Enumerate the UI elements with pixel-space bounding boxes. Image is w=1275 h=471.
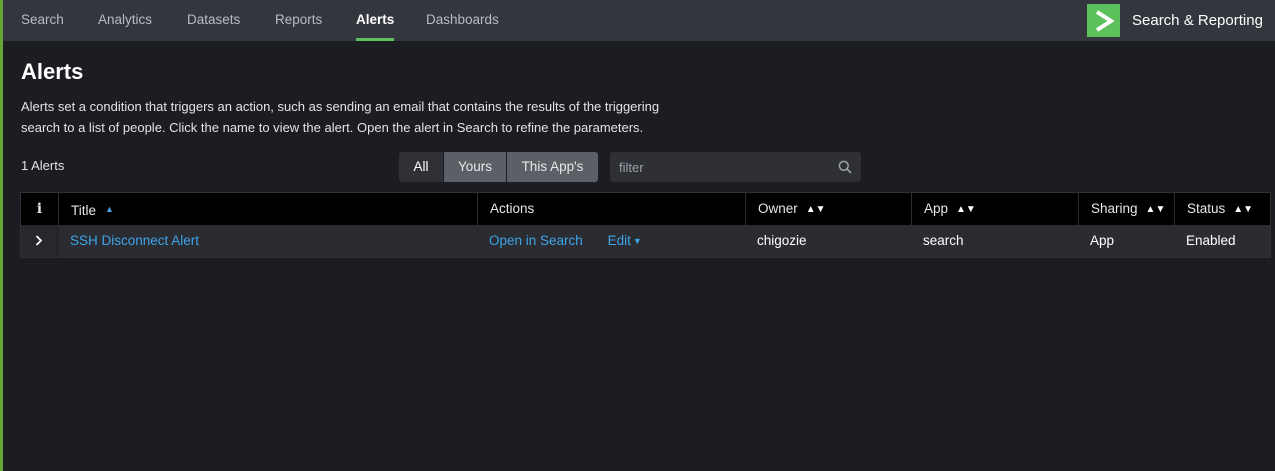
title-column-header[interactable]: Title ▲ bbox=[58, 193, 477, 225]
app-root: Search Analytics Datasets Reports Alerts… bbox=[0, 0, 1275, 471]
search-icon[interactable] bbox=[838, 160, 852, 174]
chevron-right-logo-icon bbox=[1087, 4, 1120, 37]
alert-title-cell: SSH Disconnect Alert bbox=[58, 225, 477, 257]
status-column-header[interactable]: Status ▲▼ bbox=[1174, 193, 1270, 225]
page-title: Alerts bbox=[21, 59, 84, 84]
filter-yours-button[interactable]: Yours bbox=[444, 152, 506, 182]
nav-tab-datasets[interactable]: Datasets bbox=[187, 0, 240, 41]
open-in-search-link[interactable]: Open in Search bbox=[489, 233, 583, 248]
sort-icon: ▲▼ bbox=[805, 204, 826, 215]
app-brand[interactable]: Search & Reporting bbox=[1087, 4, 1263, 37]
filter-box bbox=[610, 152, 861, 182]
expand-row-button[interactable] bbox=[21, 225, 58, 257]
nav-tab-alerts[interactable]: Alerts bbox=[356, 0, 395, 41]
alerts-table: i Title ▲ Actions Owner ▲▼ App ▲▼ Sharing ▲▼… bbox=[20, 192, 1271, 258]
caret-down-icon: ▼ bbox=[632, 236, 642, 246]
app-accent-stripe bbox=[0, 0, 3, 471]
page-description: Alerts set a condition that triggers an … bbox=[21, 96, 741, 138]
alerts-count: 1 Alerts bbox=[21, 158, 65, 173]
info-column-header: i bbox=[36, 201, 43, 217]
page-description-line: search to a list of people. Click the na… bbox=[21, 120, 644, 135]
actions-cell: Open in Search Edit ▼ bbox=[477, 225, 745, 257]
owner-column-header[interactable]: Owner ▲▼ bbox=[745, 193, 911, 225]
sharing-column-label: Sharing bbox=[1091, 201, 1138, 216]
filter-all-button[interactable]: All bbox=[399, 152, 443, 182]
nav-tab-reports[interactable]: Reports bbox=[275, 0, 322, 41]
edit-dropdown[interactable]: Edit ▼ bbox=[608, 233, 642, 248]
sort-icon: ▲▼ bbox=[956, 204, 976, 215]
alert-title-link[interactable]: SSH Disconnect Alert bbox=[70, 233, 199, 248]
sharing-column-header[interactable]: Sharing ▲▼ bbox=[1078, 193, 1174, 225]
nav-tab-analytics[interactable]: Analytics bbox=[98, 0, 152, 41]
table-row: SSH Disconnect Alert Open in Search Edit… bbox=[21, 225, 1270, 257]
status-cell: Enabled bbox=[1186, 233, 1236, 248]
sharing-cell: App bbox=[1090, 233, 1115, 248]
app-name: Search & Reporting bbox=[1132, 12, 1263, 29]
page-description-line: Alerts set a condition that triggers an … bbox=[21, 99, 660, 114]
nav-tab-search[interactable]: Search bbox=[21, 0, 64, 41]
title-column-label: Title bbox=[71, 203, 97, 218]
chevron-right-icon bbox=[35, 233, 43, 248]
edit-label: Edit bbox=[607, 233, 631, 248]
owner-column-label: Owner bbox=[758, 201, 798, 216]
sort-icon: ▲▼ bbox=[1145, 204, 1166, 215]
table-header-row: i Title ▲ Actions Owner ▲▼ App ▲▼ Sharing ▲▼… bbox=[21, 193, 1270, 225]
app-cell: search bbox=[923, 233, 964, 248]
filter-this-app-button[interactable]: This App's bbox=[507, 152, 598, 182]
filter-input[interactable] bbox=[610, 152, 830, 182]
app-column-header[interactable]: App ▲▼ bbox=[911, 193, 1078, 225]
nav-tab-dashboards[interactable]: Dashboards bbox=[426, 0, 499, 41]
actions-column-header: Actions bbox=[477, 193, 745, 225]
sort-icon: ▲▼ bbox=[1233, 204, 1254, 215]
app-column-label: App bbox=[924, 201, 949, 216]
status-column-label: Status bbox=[1187, 201, 1226, 216]
sort-ascending-icon: ▲ bbox=[105, 204, 114, 214]
top-navigation-bar: Search Analytics Datasets Reports Alerts… bbox=[3, 0, 1275, 41]
owner-cell: chigozie bbox=[757, 233, 807, 248]
